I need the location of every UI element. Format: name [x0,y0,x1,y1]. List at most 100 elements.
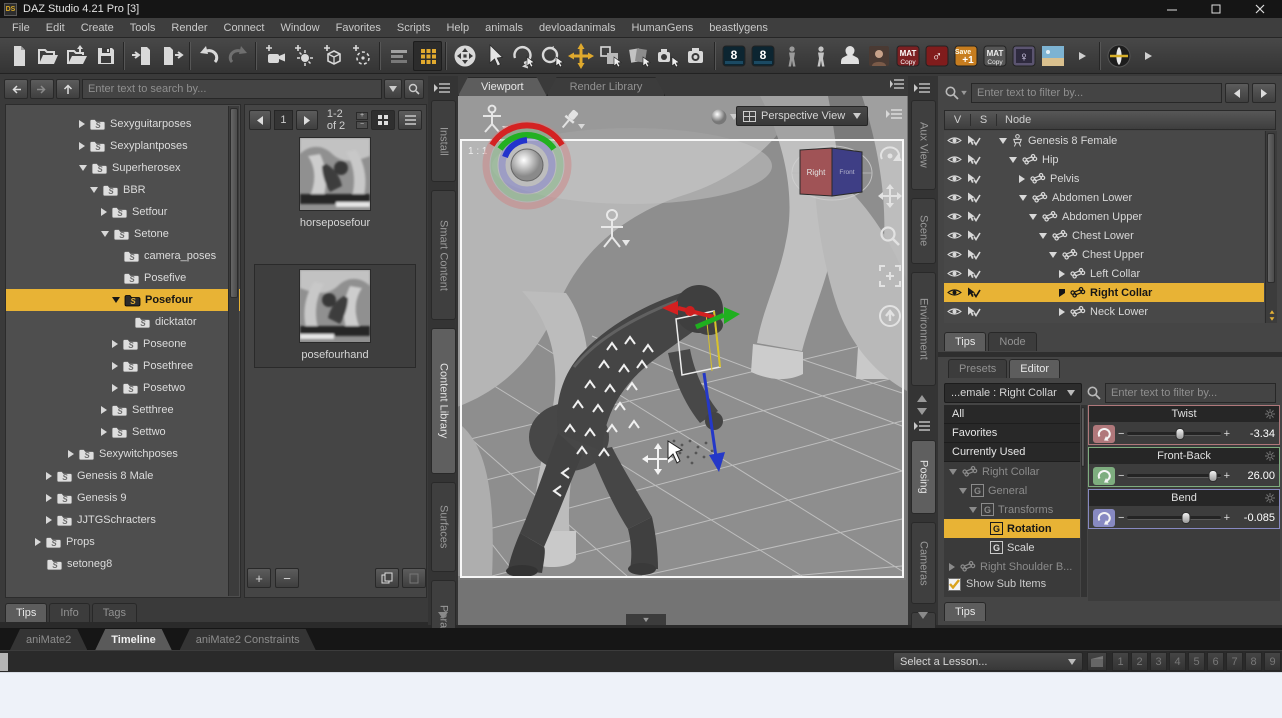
right-dock-pane-menu-icon[interactable] [914,82,930,97]
thumbnail-horseposefour[interactable]: horseposefour [255,137,415,229]
scrollbar-thumb[interactable] [230,108,238,298]
tab-timeline[interactable]: Timeline [95,629,171,650]
slider-track[interactable] [1127,516,1220,520]
panel-splitter[interactable] [938,352,1282,357]
universal-manipulator-icon[interactable] [566,41,595,71]
resize-grip[interactable] [0,653,8,671]
tab-animate2-constraints[interactable]: aniMate2 Constraints [180,629,316,650]
slider-value[interactable]: -0.085 [1233,512,1275,524]
left-dock-tab-install[interactable]: Install [431,100,456,182]
scene-navigator-icon[interactable] [450,41,479,71]
library-folder-posefive[interactable]: SPosefive [6,267,240,289]
left-dock-tab-surfaces[interactable]: Surfaces [431,482,456,572]
pin-icon[interactable] [558,106,586,137]
selectable-cursor-icon[interactable] [966,154,981,166]
slider-value[interactable]: -3.34 [1233,428,1275,440]
camera-cursor-icon[interactable] [653,41,682,71]
library-folder-posetwo[interactable]: SPosetwo [6,377,240,399]
library-folder-setthree[interactable]: SSetthree [6,399,240,421]
import-file-icon[interactable] [128,41,157,71]
tab-tips[interactable]: Tips [5,603,47,622]
right-dock-tab-aux-view[interactable]: Aux View [911,100,936,190]
scene-back-button[interactable] [1225,83,1249,103]
left-dock-tab-content-library[interactable]: Content Library [431,328,456,474]
tab-node[interactable]: Node [988,332,1036,351]
figure-a-icon[interactable] [777,41,806,71]
search-options-dropdown[interactable] [384,79,402,99]
menu-item-scripts[interactable]: Scripts [389,20,439,36]
save-file-icon[interactable] [91,41,120,71]
slate-icon-button[interactable] [1087,652,1107,671]
gear-icon[interactable] [1265,493,1275,506]
up-level-button[interactable] [56,79,80,99]
expand-arrow-icon[interactable] [1019,195,1027,201]
selectable-cursor-icon[interactable] [966,230,981,242]
menu-item-create[interactable]: Create [73,20,122,36]
filter-icon[interactable] [944,85,968,101]
mat-copy-gray-icon[interactable]: MATCopy [980,41,1009,71]
nudge-up-button[interactable]: + [1224,512,1230,524]
expand-arrow-icon[interactable] [101,406,107,414]
page-number-box[interactable]: 1 [274,110,293,130]
scene-node-abdomen-lower[interactable]: Abdomen Lower [944,188,1264,207]
viewport-3d-zone[interactable]: 1 : 1 Perspective View [458,96,908,625]
scene-node-chest-upper[interactable]: Chest Upper [944,245,1264,264]
maximize-button[interactable] [1194,0,1238,18]
library-folder-posethree[interactable]: SPosethree [6,355,240,377]
quick-filter-currently-used[interactable]: Currently Used [944,443,1080,462]
scene-node-left-collar[interactable]: Left Collar [944,264,1264,283]
library-folder-sexyplantposes[interactable]: SSexyplantposes [6,135,240,157]
node-selector-dropdown[interactable]: ...emale : Right Collar [944,383,1082,403]
export-file-icon[interactable] [157,41,186,71]
reset-view-icon[interactable] [878,304,902,328]
pan-camera-icon[interactable] [878,184,902,208]
character-orb-icon[interactable] [1104,41,1133,71]
node-selection-tool-icon[interactable] [479,41,508,71]
param-group-scale[interactable]: GScale [944,538,1080,557]
library-folder-bbr[interactable]: SBBR [6,179,240,201]
new-file-icon[interactable] [4,41,33,71]
expand-arrow-icon[interactable] [969,507,977,513]
pose-thumbnail-image[interactable] [299,137,371,211]
expand-arrow-icon[interactable] [101,208,107,216]
left-dock-scroll-down-arrow[interactable] [438,610,448,622]
lesson-page-2[interactable]: 2 [1131,652,1148,671]
tab-tips[interactable]: Tips [944,332,986,351]
lesson-page-5[interactable]: 5 [1188,652,1205,671]
library-folder-camera-poses[interactable]: Scamera_poses [6,245,240,267]
expand-arrow-icon[interactable] [112,340,118,348]
create-light-icon[interactable] [289,41,318,71]
quick-filter-all[interactable]: All [944,405,1080,424]
create-primitive-icon[interactable] [318,41,347,71]
nudge-down-button[interactable]: − [1118,512,1124,524]
right-dock-tab-posing[interactable]: Posing [911,440,936,514]
create-null-icon[interactable] [347,41,376,71]
prev-page-button[interactable] [249,110,271,130]
expand-arrow-icon[interactable] [1059,308,1065,316]
lesson-page-1[interactable]: 1 [1112,652,1129,671]
expand-arrow-icon[interactable] [1009,157,1017,163]
scene-node-neck-lower[interactable]: Neck Lower [944,302,1264,321]
library-folder-genesis-8-male[interactable]: SGenesis 8 Male [6,465,240,487]
left-dock-pane-menu-icon[interactable] [434,82,450,97]
visibility-eye-icon[interactable] [947,306,962,317]
param-scrollbar[interactable] [1081,405,1087,597]
expand-arrow-icon[interactable] [46,494,52,502]
scene-node-abdomen-upper[interactable]: Abdomen Upper [944,207,1264,226]
flyout-icon[interactable] [1133,41,1162,71]
list-view-icon[interactable] [384,41,413,71]
lesson-page-9[interactable]: 9 [1264,652,1281,671]
surface-selection-tool-icon[interactable] [624,41,653,71]
nudge-up-button[interactable]: + [1224,428,1230,440]
nudge-down-button[interactable]: − [1118,428,1124,440]
show-sub-items-checkbox[interactable] [948,578,961,591]
slider-thumb[interactable] [1175,428,1184,440]
frame-view-icon[interactable] [878,264,902,288]
camera-selector-dropdown[interactable]: Perspective View [736,106,868,126]
figure-b-icon[interactable] [806,41,835,71]
library-folder-posefour[interactable]: SPosefour [6,289,240,311]
genesis8-b-icon[interactable]: 8 [748,41,777,71]
expand-arrow-icon[interactable] [46,516,52,524]
selectable-cursor-icon[interactable] [966,173,981,185]
slider-value[interactable]: 26.00 [1233,470,1275,482]
